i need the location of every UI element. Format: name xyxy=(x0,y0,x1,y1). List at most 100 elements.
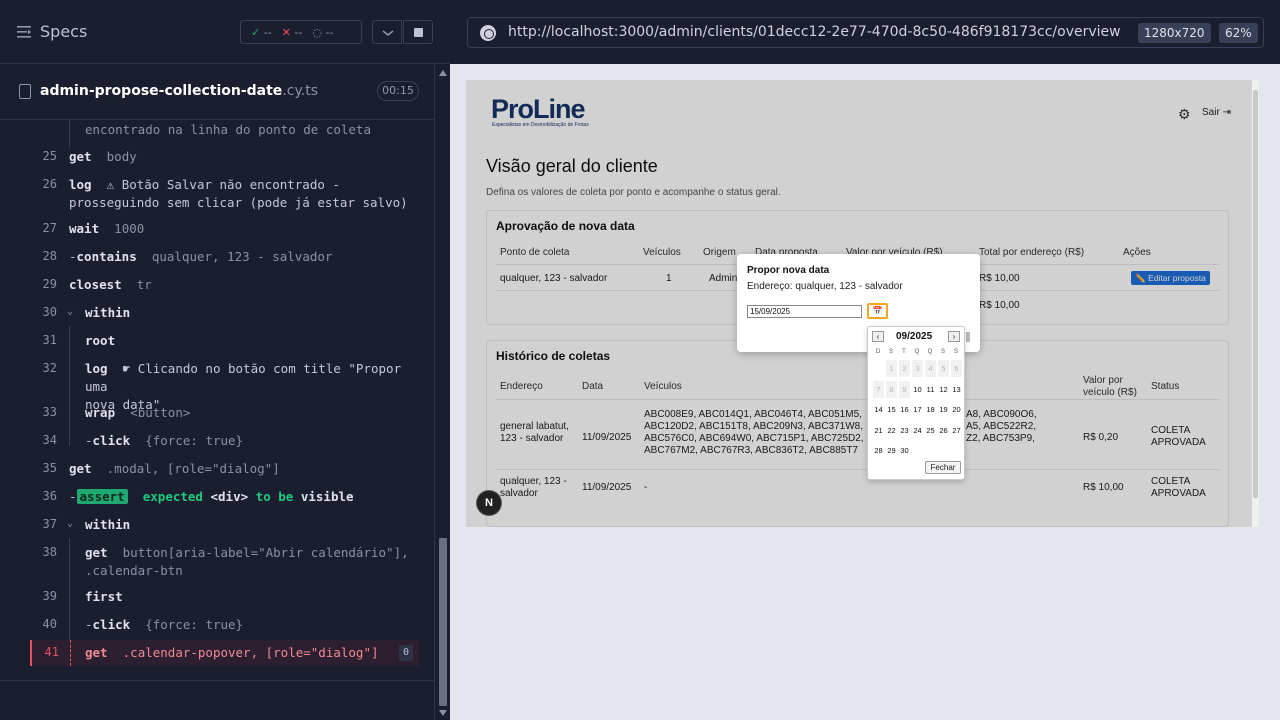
command-number: 27 xyxy=(42,221,57,235)
command-name: get xyxy=(69,149,92,164)
calendar-day: 9 xyxy=(899,380,910,398)
calendar-day[interactable]: 18 xyxy=(925,401,936,418)
weekday-label: S xyxy=(888,349,893,355)
nesting-guide xyxy=(69,538,70,640)
command-arg: .calendar-popover, [role="dialog"] xyxy=(122,645,379,660)
check-icon: ✓ xyxy=(251,25,261,39)
chevron-down-icon xyxy=(382,30,394,36)
close-calendar-button[interactable]: Fechar xyxy=(925,461,961,474)
chevron-down-icon[interactable]: ⌄ xyxy=(67,518,73,529)
calendar-day[interactable]: 20 xyxy=(951,401,962,418)
failed-stat: ✕ -- xyxy=(282,26,303,39)
calendar-day[interactable]: 26 xyxy=(938,422,949,439)
passed-count: -- xyxy=(263,25,272,39)
calendar-day[interactable]: 22 xyxy=(886,422,897,439)
calendar-day[interactable]: 17 xyxy=(912,401,923,418)
scrollbar-thumb[interactable] xyxy=(1253,90,1258,498)
command-log-scrollbar[interactable] xyxy=(434,64,450,720)
command-number: 32 xyxy=(42,361,57,375)
command-arg: qualquer, 123 - salvador xyxy=(151,249,333,264)
failed-count: -- xyxy=(294,25,303,39)
command-arg: {force: true} xyxy=(145,617,244,632)
scrollbar-thumb[interactable] xyxy=(439,538,447,706)
url-bar[interactable]: http://localhost:3000/admin/clients/01de… xyxy=(467,17,1264,48)
nesting-guide xyxy=(69,120,70,148)
command-name: closest xyxy=(69,277,122,292)
calendar-day[interactable]: 19 xyxy=(938,401,949,418)
assert-value: visible xyxy=(300,489,354,504)
viewport-size-badge[interactable]: 1280x720 xyxy=(1138,23,1211,43)
calendar-day[interactable]: 10 xyxy=(912,381,923,398)
pending-stat: ◌ -- xyxy=(312,26,333,39)
next-month-button[interactable]: › xyxy=(948,331,960,342)
chevron-down-icon[interactable]: ⌄ xyxy=(67,306,73,317)
command-name: root xyxy=(85,333,116,348)
app-scrollbar[interactable] xyxy=(1252,80,1259,527)
command-number: 35 xyxy=(42,461,57,475)
command-arg: <button> xyxy=(130,405,191,420)
calendar-day: 5 xyxy=(938,360,949,377)
scroll-up-icon[interactable] xyxy=(439,70,447,76)
date-input[interactable]: 15/09/2025 xyxy=(747,305,862,318)
passed-stat: ✓ -- xyxy=(251,26,272,39)
spec-file-header: admin-propose-collection-date.cy.ts 00:1… xyxy=(0,64,434,120)
weekday-label: T xyxy=(902,349,906,355)
command-number: 26 xyxy=(42,177,57,191)
assert-text: expected xyxy=(142,489,203,504)
calendar-day[interactable]: 29 xyxy=(886,442,897,459)
calendar-day[interactable]: 28 xyxy=(873,442,884,459)
pending-count: -- xyxy=(325,25,334,39)
spec-filename[interactable]: admin-propose-collection-date.cy.ts xyxy=(40,83,318,99)
command-arg: {force: true} xyxy=(145,433,244,448)
url-text[interactable]: http://localhost:3000/admin/clients/01de… xyxy=(508,24,1121,40)
calendar-day[interactable]: 12 xyxy=(938,381,949,398)
calendar-icon: 📅 xyxy=(872,306,883,315)
document-icon xyxy=(19,84,31,99)
calendar-day[interactable]: 15 xyxy=(886,401,897,418)
calendar-day[interactable]: 24 xyxy=(912,422,923,439)
command-name: click xyxy=(92,433,131,448)
duration-badge: 00:15 xyxy=(377,81,419,101)
calendar-day: 2 xyxy=(899,360,910,377)
dropdown-button[interactable] xyxy=(372,20,402,44)
calendar-day[interactable]: 13 xyxy=(951,381,962,398)
dialog-button-edge[interactable] xyxy=(966,332,970,342)
command-arg: .modal, [role="dialog"] xyxy=(106,461,280,476)
command-arg: 1000 xyxy=(114,221,145,236)
zoom-badge[interactable]: 62% xyxy=(1219,23,1258,43)
calendar-day[interactable]: 14 xyxy=(873,401,884,418)
weekday-label: Q xyxy=(914,349,920,355)
calendar-day[interactable]: 23 xyxy=(899,422,910,439)
failed-command-row[interactable]: 41 get .calendar-popover, [role="dialog"… xyxy=(30,640,419,666)
specs-title[interactable]: Specs xyxy=(40,22,87,41)
nextjs-badge[interactable]: N xyxy=(477,491,501,515)
calendar-day[interactable]: 27 xyxy=(951,422,962,439)
assert-text: to be xyxy=(255,489,294,504)
weekday-label: Q xyxy=(927,349,933,355)
calendar-day[interactable]: 11 xyxy=(925,381,936,398)
command-name: wrap xyxy=(85,405,116,420)
stop-button[interactable] xyxy=(403,20,433,44)
command-list: encontrado na linha do ponto de coleta 2… xyxy=(0,120,434,680)
command-name: get xyxy=(85,645,108,660)
command-number: 39 xyxy=(42,589,57,603)
calendar-day[interactable]: 30 xyxy=(899,442,910,459)
open-calendar-button[interactable]: 📅 xyxy=(867,303,888,319)
command-number: 41 xyxy=(44,645,59,659)
scroll-down-icon[interactable] xyxy=(439,710,447,716)
calendar-day[interactable]: 25 xyxy=(925,422,936,439)
calendar-day: 3 xyxy=(912,360,923,377)
command-number: 28 xyxy=(42,249,57,263)
command-name: wait xyxy=(69,221,100,236)
command-number: 34 xyxy=(42,433,57,447)
command-name: within xyxy=(85,305,131,320)
prev-month-button[interactable]: ‹ xyxy=(872,331,884,342)
calendar-day[interactable]: 21 xyxy=(873,422,884,439)
calendar-month: 09/2025 xyxy=(896,331,933,342)
command-arg: ⚠ Botão Salvar não encontrado - xyxy=(106,177,340,192)
url-header: http://localhost:3000/admin/clients/01de… xyxy=(450,0,1280,64)
calendar-day[interactable]: 16 xyxy=(899,401,910,418)
specs-list-icon[interactable] xyxy=(17,25,31,39)
command-number: 29 xyxy=(42,277,57,291)
test-stats: ✓ -- ✕ -- ◌ -- xyxy=(240,20,362,44)
